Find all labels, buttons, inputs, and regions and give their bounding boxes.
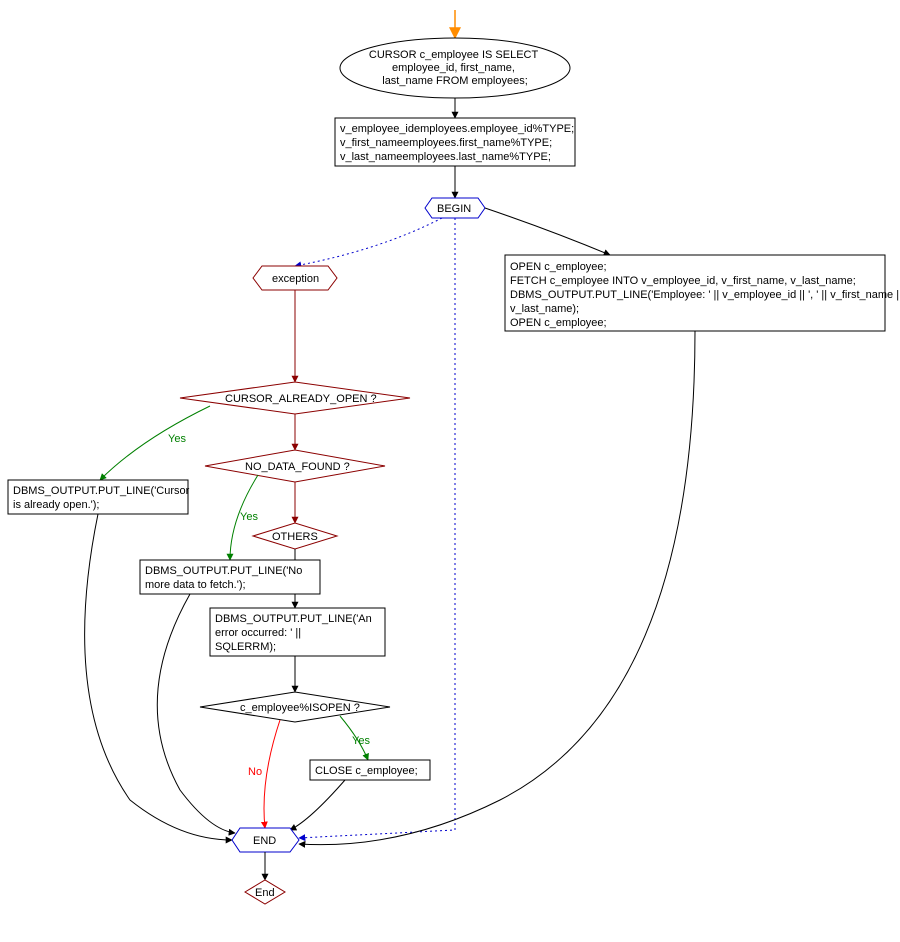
text-var-decl-l1: v_employee_idemployees.employee_id%TYPE;: [340, 123, 574, 135]
node-put-error: DBMS_OUTPUT.PUT_LINE('An error occurred:…: [210, 608, 385, 656]
edge-cursoropen-yes: [100, 406, 210, 480]
text-putcursor-l2: is already open.');: [13, 499, 99, 511]
text-cursor-open-q: CURSOR_ALREADY_OPEN ?: [225, 393, 377, 405]
edge-begin-to-open: [485, 208, 610, 255]
text-end: END: [253, 835, 276, 847]
node-cursor-decl: CURSOR c_employee IS SELECT employee_id,…: [340, 38, 570, 98]
label-isopen-yes: Yes: [352, 735, 370, 747]
flowchart-canvas: CURSOR c_employee IS SELECT employee_id,…: [0, 0, 900, 942]
text-cursor-decl-l3: last_name FROM employees;: [382, 75, 528, 87]
text-others: OTHERS: [272, 531, 318, 543]
text-exception: exception: [272, 273, 319, 285]
text-putnomore-l2: more data to fetch.');: [145, 579, 246, 591]
label-nodata-yes: Yes: [240, 511, 258, 523]
node-others: OTHERS: [253, 523, 337, 549]
node-var-decl: v_employee_idemployees.employee_id%TYPE;…: [335, 118, 577, 166]
text-cursor-decl-l1: CURSOR c_employee IS SELECT: [369, 49, 539, 61]
node-end: END: [232, 828, 299, 852]
text-puterror-l3: SQLERRM);: [215, 641, 276, 653]
label-isopen-no: No: [248, 766, 262, 778]
text-open-l2: FETCH c_employee INTO v_employee_id, v_f…: [510, 275, 856, 287]
node-cursor-already-open: CURSOR_ALREADY_OPEN ?: [180, 382, 410, 414]
text-open-l4: v_last_name);: [510, 303, 579, 315]
text-puterror-l1: DBMS_OUTPUT.PUT_LINE('An: [215, 613, 372, 625]
node-close-employee: CLOSE c_employee;: [310, 760, 430, 780]
edge-begin-to-end-dotted: [299, 218, 455, 838]
text-close-emp: CLOSE c_employee;: [315, 765, 418, 777]
text-open-l5: OPEN c_employee;: [510, 317, 607, 329]
text-var-decl-l3: v_last_nameemployees.last_name%TYPE;: [340, 151, 551, 163]
node-put-no-more: DBMS_OUTPUT.PUT_LINE('No more data to fe…: [140, 560, 320, 594]
text-no-data-q: NO_DATA_FOUND ?: [245, 461, 350, 473]
text-puterror-l2: error occurred: ' ||: [215, 627, 301, 639]
text-end2: End: [255, 887, 275, 899]
node-isopen: c_employee%ISOPEN ?: [200, 692, 390, 722]
node-exception: exception: [253, 266, 337, 290]
text-open-l3: DBMS_OUTPUT.PUT_LINE('Employee: ' || v_e…: [510, 289, 900, 301]
text-putnomore-l1: DBMS_OUTPUT.PUT_LINE('No: [145, 565, 302, 577]
svg-text:v_employee_idemployees.employe: v_employee_idemployees.employee_id%TYPE;…: [340, 123, 577, 163]
edge-begin-to-exception: [295, 218, 442, 266]
node-no-data-found: NO_DATA_FOUND ?: [205, 450, 385, 482]
text-putcursor-l1: DBMS_OUTPUT.PUT_LINE('Cursor: [13, 485, 190, 497]
label-cursoropen-yes: Yes: [168, 433, 186, 445]
text-var-decl-l2: v_first_nameemployees.first_name%TYPE;: [340, 137, 552, 149]
text-begin: BEGIN: [437, 203, 471, 215]
text-open-l1: OPEN c_employee;: [510, 261, 607, 273]
node-put-cursor-open: DBMS_OUTPUT.PUT_LINE('Cursor is already …: [8, 480, 192, 514]
text-cursor-decl-l2: employee_id, first_name,: [392, 62, 515, 74]
edge-close-to-end: [290, 780, 345, 830]
edge-isopen-no: [264, 720, 280, 828]
svg-text:CURSOR c_employee IS SELECT: CURSOR c_employee IS SELECT employee_id,…: [369, 49, 541, 87]
node-open-block: OPEN c_employee; FETCH c_employee INTO v…: [505, 255, 900, 331]
node-end2: End: [245, 880, 285, 904]
node-begin: BEGIN: [425, 198, 485, 218]
text-isopen-q: c_employee%ISOPEN ?: [240, 702, 360, 714]
